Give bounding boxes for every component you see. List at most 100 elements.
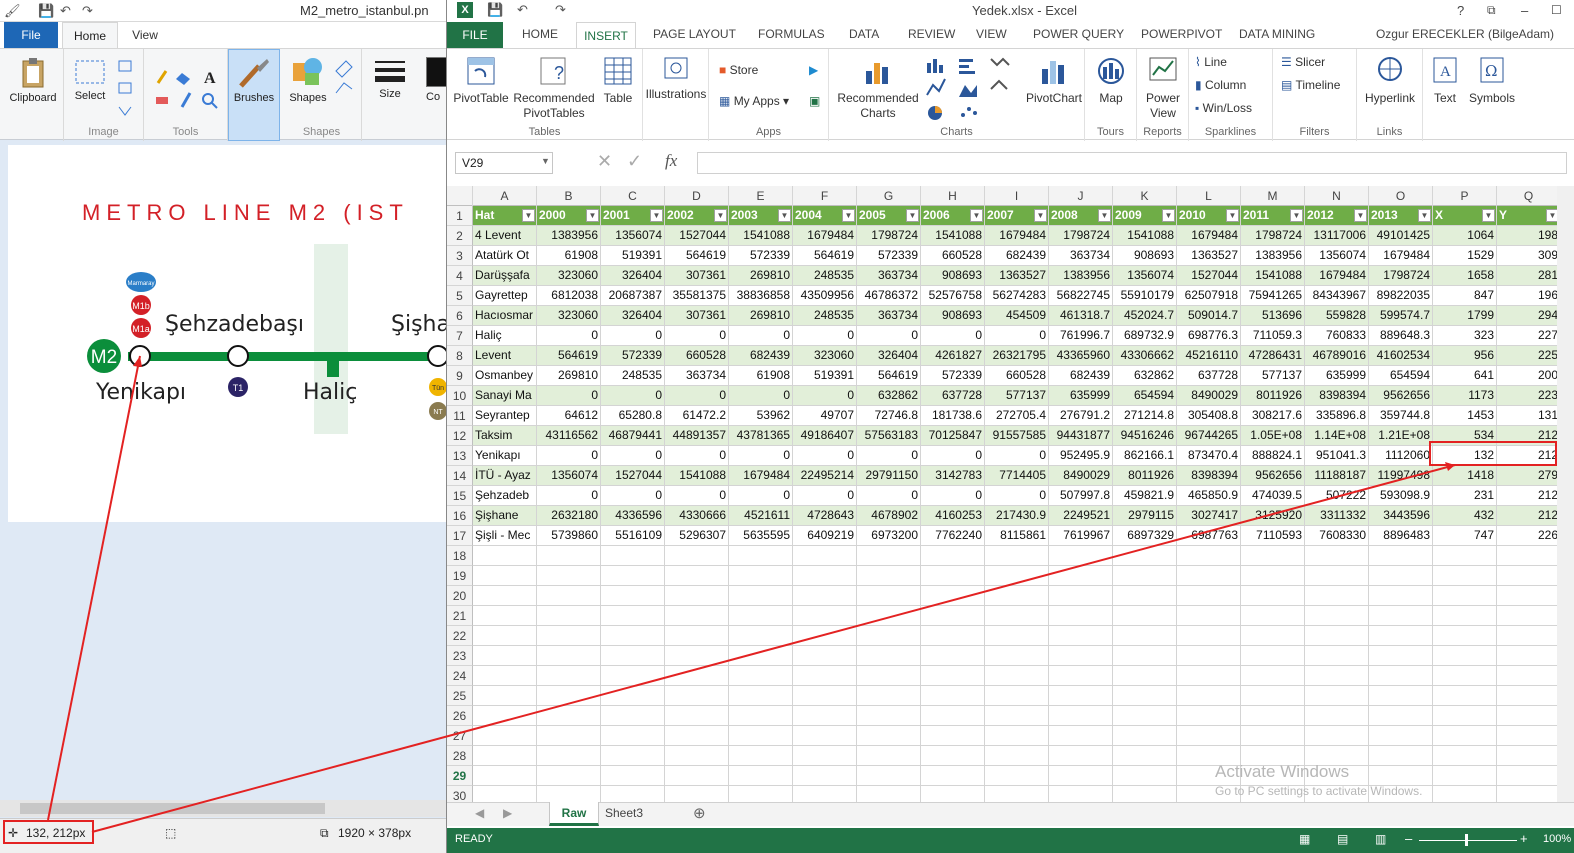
cell[interactable] xyxy=(985,546,1049,566)
cell[interactable]: 654594 xyxy=(1369,366,1433,386)
cell[interactable]: 307361 xyxy=(665,266,729,286)
cell[interactable]: 9562656 xyxy=(1241,466,1305,486)
cell[interactable] xyxy=(1049,666,1113,686)
cell[interactable]: 564619 xyxy=(857,366,921,386)
cell[interactable] xyxy=(1369,626,1433,646)
cell[interactable] xyxy=(665,726,729,746)
cell[interactable]: 0 xyxy=(729,486,793,506)
cell[interactable] xyxy=(1049,706,1113,726)
cell[interactable]: Şehzadeb xyxy=(473,486,537,506)
cell[interactable] xyxy=(857,706,921,726)
cell[interactable]: 474039.5 xyxy=(1241,486,1305,506)
cell[interactable] xyxy=(729,726,793,746)
cell[interactable]: 577137 xyxy=(985,386,1049,406)
cell[interactable] xyxy=(1241,586,1305,606)
excel-undo-icon[interactable]: ↶ xyxy=(517,2,528,18)
cell[interactable] xyxy=(985,706,1049,726)
paint-tab-file[interactable]: File xyxy=(4,22,58,48)
cell[interactable]: 131 xyxy=(1497,406,1557,426)
cell[interactable]: 572339 xyxy=(921,366,985,386)
cell[interactable] xyxy=(1497,746,1557,766)
cell[interactable] xyxy=(1305,726,1369,746)
cell[interactable] xyxy=(793,766,857,786)
cell[interactable]: 212 xyxy=(1497,486,1557,506)
cell[interactable]: 1112060 xyxy=(1369,446,1433,466)
cell[interactable]: 1541088 xyxy=(665,466,729,486)
cell[interactable]: 8490029 xyxy=(1049,466,1113,486)
cell[interactable]: 0 xyxy=(601,486,665,506)
cell[interactable]: 1356074 xyxy=(1305,246,1369,266)
cell[interactable]: 1527044 xyxy=(665,226,729,246)
cell[interactable]: 8011926 xyxy=(1113,466,1177,486)
cell[interactable]: 4728643 xyxy=(793,506,857,526)
cell[interactable]: 1383956 xyxy=(1241,246,1305,266)
cell[interactable] xyxy=(921,646,985,666)
cell[interactable]: 0 xyxy=(793,486,857,506)
page-break-view-icon[interactable]: ▥ xyxy=(1375,832,1386,846)
cell[interactable] xyxy=(921,626,985,646)
cell[interactable]: 572339 xyxy=(729,246,793,266)
cell[interactable]: 61908 xyxy=(537,246,601,266)
cell[interactable]: Levent xyxy=(473,346,537,366)
header-cell[interactable]: 2000 ▼ xyxy=(537,206,601,226)
cell[interactable]: 0 xyxy=(793,326,857,346)
zoom-level[interactable]: 100% xyxy=(1543,833,1571,845)
cell[interactable]: 760833 xyxy=(1305,326,1369,346)
cell[interactable] xyxy=(665,586,729,606)
cell[interactable] xyxy=(537,686,601,706)
cell[interactable] xyxy=(665,766,729,786)
cell[interactable]: 43365960 xyxy=(1049,346,1113,366)
cell[interactable]: 35581375 xyxy=(665,286,729,306)
cell[interactable] xyxy=(537,586,601,606)
cell[interactable]: 231 xyxy=(1433,486,1497,506)
cell[interactable]: 519391 xyxy=(601,246,665,266)
select-all-corner[interactable] xyxy=(447,186,473,206)
cell[interactable]: 0 xyxy=(985,446,1049,466)
header-cell[interactable]: 2005 ▼ xyxy=(857,206,921,226)
cell[interactable] xyxy=(793,706,857,726)
cell[interactable]: 269810 xyxy=(729,306,793,326)
cell[interactable] xyxy=(1177,706,1241,726)
header-cell[interactable]: X ▼ xyxy=(1433,206,1497,226)
prev-sheet-icon[interactable]: ◀ xyxy=(475,806,484,820)
cell[interactable]: 0 xyxy=(793,386,857,406)
cell[interactable] xyxy=(1113,586,1177,606)
illustrations-button[interactable]: Illustrations xyxy=(643,55,709,102)
cell[interactable]: 1356074 xyxy=(1113,266,1177,286)
cell[interactable]: 7762240 xyxy=(921,526,985,546)
cell[interactable]: 181738.6 xyxy=(921,406,985,426)
filter-dropdown-icon[interactable]: ▼ xyxy=(650,209,663,222)
image-tools-icon[interactable] xyxy=(116,59,136,119)
cell[interactable]: 465850.9 xyxy=(1177,486,1241,506)
cell[interactable] xyxy=(537,626,601,646)
cell[interactable]: 62507918 xyxy=(1177,286,1241,306)
row-header[interactable]: 26 xyxy=(447,706,473,726)
sheet-tab-sheet3[interactable]: Sheet3 xyxy=(605,806,643,820)
cell[interactable] xyxy=(793,546,857,566)
column-header-e[interactable]: E xyxy=(729,186,793,206)
cell[interactable] xyxy=(1113,706,1177,726)
cell[interactable] xyxy=(985,606,1049,626)
cell[interactable]: 226 xyxy=(1497,526,1557,546)
row-header[interactable]: 19 xyxy=(447,566,473,586)
cell[interactable]: 0 xyxy=(537,326,601,346)
cell[interactable] xyxy=(1497,726,1557,746)
cell[interactable] xyxy=(1241,706,1305,726)
cell[interactable] xyxy=(473,666,537,686)
cell[interactable]: 326404 xyxy=(601,266,665,286)
cell[interactable] xyxy=(1305,706,1369,726)
confirm-entry-icon[interactable]: ✓ xyxy=(627,151,642,172)
cell[interactable] xyxy=(1433,546,1497,566)
filter-dropdown-icon[interactable]: ▼ xyxy=(1290,209,1303,222)
cell[interactable]: Osmanbey xyxy=(473,366,537,386)
cell[interactable] xyxy=(1113,606,1177,626)
spreadsheet-grid[interactable]: ABCDEFGHIJKLMNOPQ 1 Hat ▼ 2000 ▼ 2001 ▼ 2002 ▼ 20… xyxy=(447,186,1557,804)
column-header-j[interactable]: J xyxy=(1049,186,1113,206)
formula-input[interactable] xyxy=(697,152,1567,174)
brushes-button[interactable]: Brushes xyxy=(228,49,280,141)
row-header[interactable]: 28 xyxy=(447,746,473,766)
cell[interactable]: 3142783 xyxy=(921,466,985,486)
cell[interactable]: 1356074 xyxy=(601,226,665,246)
page-layout-view-icon[interactable]: ▤ xyxy=(1337,832,1348,846)
cell[interactable] xyxy=(921,746,985,766)
